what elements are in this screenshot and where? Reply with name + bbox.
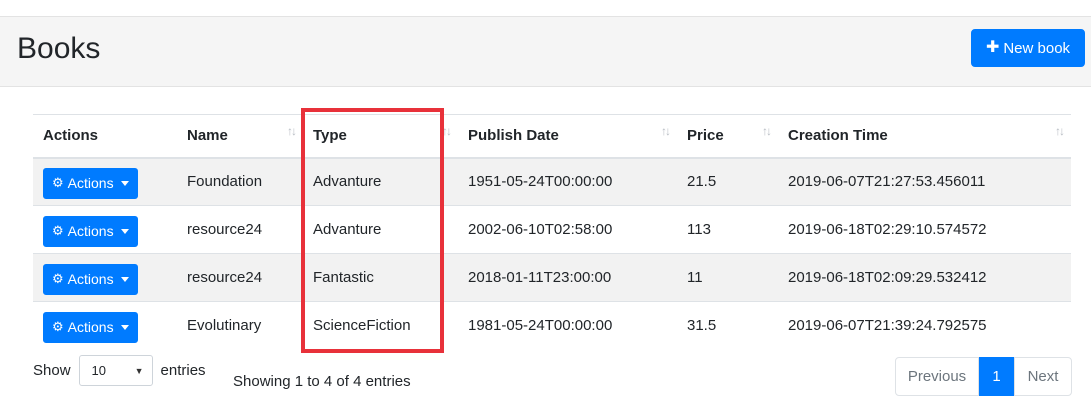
- actions-dropdown-button[interactable]: ⚙ Actions: [43, 215, 138, 247]
- type-cell: ScienceFiction: [303, 301, 458, 350]
- caret-down-icon: [120, 228, 129, 234]
- table-info: Showing 1 to 4 of 4 entries: [233, 373, 411, 390]
- publish-date-cell: 2002-06-10T02:58:00: [458, 205, 677, 254]
- new-book-label: New book: [1003, 39, 1071, 57]
- length-prefix: Show: [33, 362, 71, 379]
- actions-cell: ⚙ Actions: [33, 157, 177, 206]
- entries-length-control: Show 10 ▼ entries: [33, 355, 206, 386]
- table-row: ⚙ Actions resource24 Advanture 2002-06-1…: [33, 205, 1071, 254]
- price-cell: 113: [677, 205, 778, 254]
- creation-time-cell: 2019-06-18T02:09:29.532412: [778, 253, 1071, 302]
- actions-dropdown-button[interactable]: ⚙ Actions: [43, 167, 138, 199]
- sort-icon: ↑↓: [287, 124, 297, 138]
- column-header-publish-date[interactable]: Publish Date ↑↓: [458, 114, 677, 159]
- name-cell: resource24: [177, 253, 303, 302]
- type-cell: Advanture: [303, 157, 458, 206]
- price-cell: 11: [677, 253, 778, 302]
- actions-dropdown-button[interactable]: ⚙ Actions: [43, 263, 138, 295]
- cog-icon: ⚙: [52, 223, 64, 238]
- creation-time-cell: 2019-06-07T21:27:53.456011: [778, 157, 1071, 206]
- table-row: ⚙ Actions Evolutinary ScienceFiction 198…: [33, 301, 1071, 350]
- top-spacer: [0, 0, 1091, 16]
- entries-per-page-value: 10: [91, 363, 106, 378]
- column-header-actions: Actions: [33, 114, 177, 159]
- plus-icon: ✚: [985, 39, 1000, 56]
- table-row: ⚙ Actions resource24 Fantastic 2018-01-1…: [33, 253, 1071, 302]
- caret-down-icon: [120, 324, 129, 330]
- type-cell: Advanture: [303, 205, 458, 254]
- new-book-button[interactable]: ✚ New book: [971, 29, 1085, 67]
- column-header-name[interactable]: Name ↑↓: [177, 114, 303, 159]
- creation-time-cell: 2019-06-18T02:29:10.574572: [778, 205, 1071, 254]
- sort-icon: ↑↓: [1055, 124, 1065, 138]
- sort-icon: ↑↓: [661, 124, 671, 138]
- actions-cell: ⚙ Actions: [33, 205, 177, 254]
- name-cell: Foundation: [177, 157, 303, 206]
- pagination: Previous 1 Next: [895, 357, 1072, 396]
- actions-cell: ⚙ Actions: [33, 253, 177, 302]
- price-cell: 21.5: [677, 157, 778, 206]
- type-cell: Fantastic: [303, 253, 458, 302]
- publish-date-cell: 2018-01-11T23:00:00: [458, 253, 677, 302]
- caret-down-icon: [120, 276, 129, 282]
- publish-date-cell: 1951-05-24T00:00:00: [458, 157, 677, 206]
- page-header: Books ✚ New book: [0, 16, 1091, 87]
- books-table: Actions Name ↑↓ Type ↑↓ Publish Date ↑↓ Pri…: [33, 114, 1071, 350]
- table-header-row: Actions Name ↑↓ Type ↑↓ Publish Date ↑↓ Pri…: [33, 114, 1071, 159]
- actions-cell: ⚙ Actions: [33, 301, 177, 350]
- name-cell: resource24: [177, 205, 303, 254]
- cog-icon: ⚙: [52, 271, 64, 286]
- sort-icon: ↑↓: [442, 124, 452, 138]
- caret-down-icon: [120, 180, 129, 186]
- column-header-price[interactable]: Price ↑↓: [677, 114, 778, 159]
- previous-page-button[interactable]: Previous: [895, 357, 979, 396]
- actions-dropdown-button[interactable]: ⚙ Actions: [43, 311, 138, 343]
- table-row: ⚙ Actions Foundation Advanture 1951-05-2…: [33, 157, 1071, 206]
- chevron-down-icon: ▼: [134, 365, 144, 376]
- page-1-button[interactable]: 1: [979, 357, 1014, 396]
- entries-per-page-select[interactable]: 10 ▼: [78, 355, 153, 386]
- cog-icon: ⚙: [52, 319, 64, 335]
- creation-time-cell: 2019-06-07T21:39:24.792575: [778, 301, 1071, 350]
- publish-date-cell: 1981-05-24T00:00:00: [458, 301, 677, 350]
- page-title: Books: [17, 32, 101, 65]
- column-header-type[interactable]: Type ↑↓: [303, 114, 458, 159]
- cog-icon: ⚙: [52, 175, 64, 191]
- price-cell: 31.5: [677, 301, 778, 350]
- next-page-button[interactable]: Next: [1014, 357, 1072, 396]
- name-cell: Evolutinary: [177, 301, 303, 350]
- column-header-creation-time[interactable]: Creation Time ↑↓: [778, 114, 1071, 159]
- sort-icon: ↑↓: [762, 124, 772, 138]
- length-suffix: entries: [160, 362, 206, 379]
